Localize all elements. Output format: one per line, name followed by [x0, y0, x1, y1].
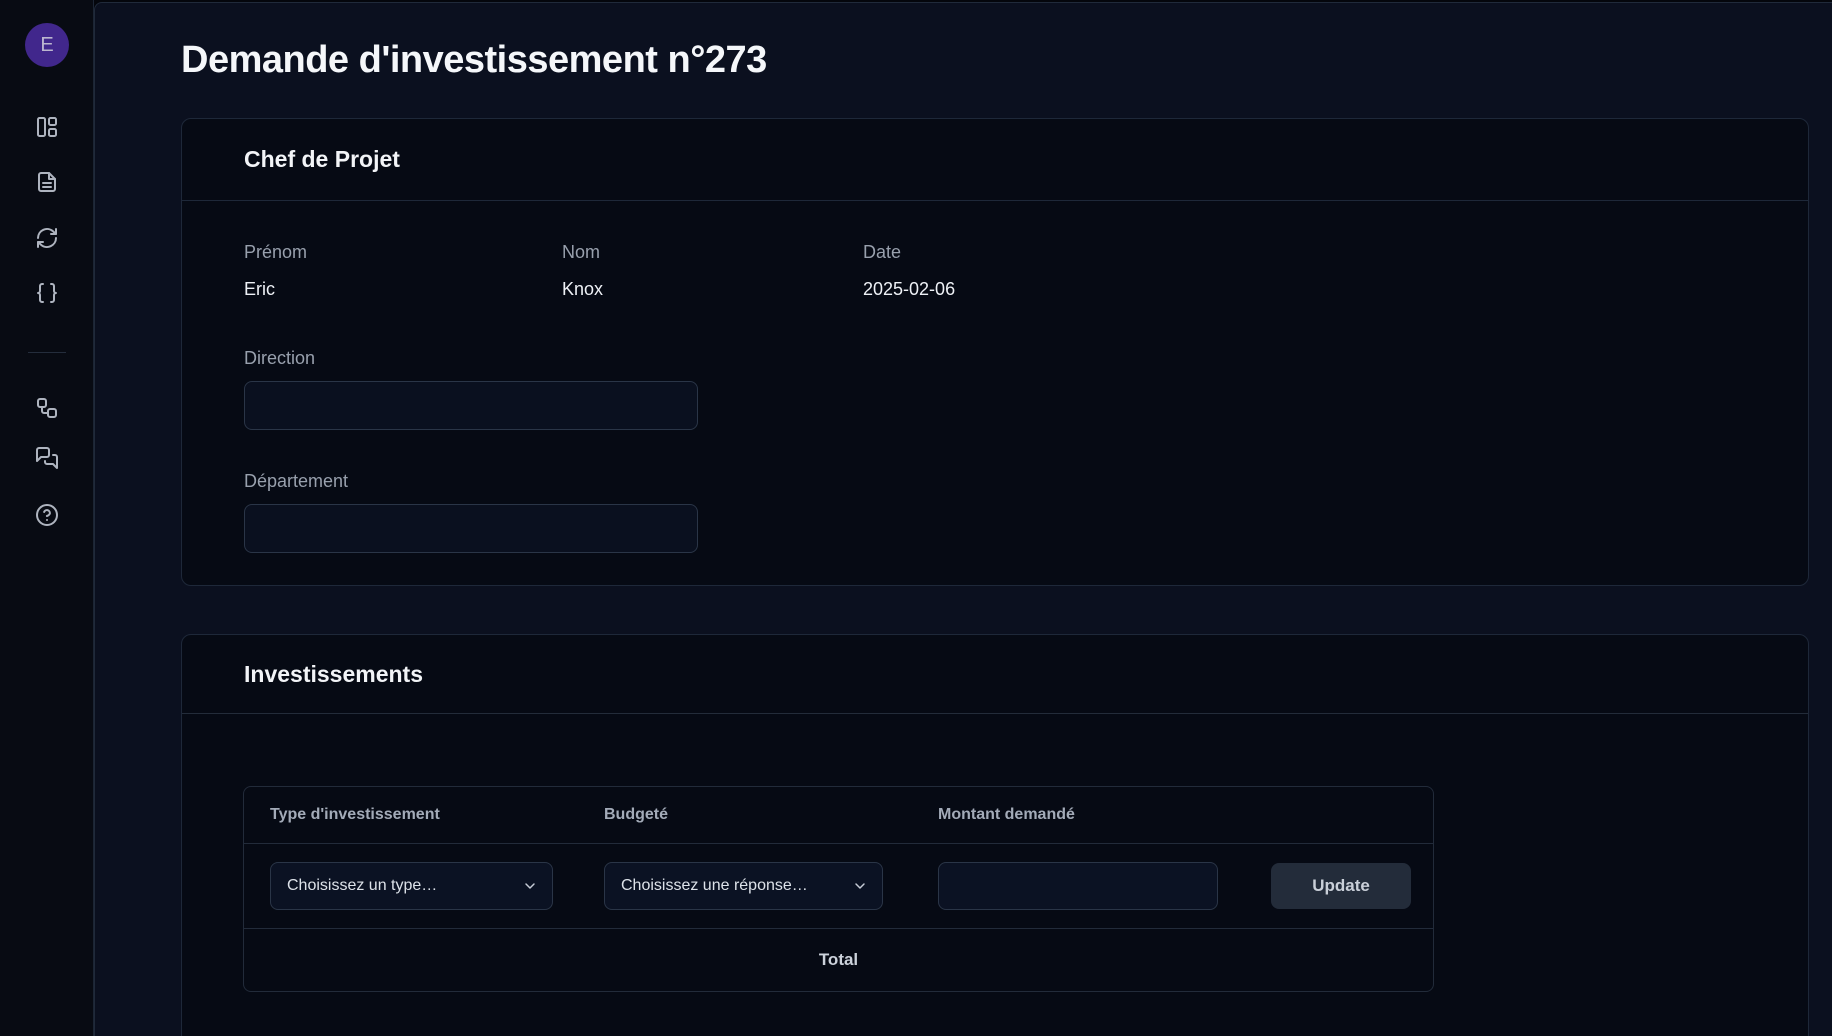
direction-input[interactable] [244, 381, 698, 430]
investment-type-select[interactable]: Choisissez un type… [270, 862, 553, 910]
table-footer-row: Total [244, 929, 1433, 991]
nav-chat-button[interactable] [35, 446, 59, 470]
column-header-budget: Budgeté [578, 787, 912, 843]
field-label: Date [863, 241, 1746, 263]
field-value: 2025-02-06 [863, 278, 1746, 300]
help-icon [35, 503, 59, 527]
project-manager-card: Chef de Projet Prénom Eric Nom Knox Date… [181, 118, 1809, 586]
departement-label: Département [244, 470, 1746, 492]
field-value: Eric [244, 278, 562, 300]
investments-table: Type d'investissement Budgeté Montant de… [243, 786, 1434, 992]
project-card-title: Chef de Projet [182, 119, 1808, 201]
nav-dashboard-button[interactable] [35, 115, 59, 139]
field-date: Date 2025-02-06 [863, 241, 1746, 300]
column-header-actions [1245, 787, 1434, 843]
chevron-down-icon [522, 878, 538, 894]
user-avatar[interactable]: E [25, 23, 69, 67]
file-text-icon [35, 170, 59, 194]
amount-input[interactable] [938, 862, 1218, 910]
sidebar: E [0, 0, 94, 1036]
table-row: Choisissez un type… Choisissez une répon… [244, 844, 1433, 929]
sidebar-divider [28, 352, 66, 353]
direction-label: Direction [244, 347, 1746, 369]
refresh-icon [35, 226, 59, 250]
column-header-type: Type d'investissement [244, 787, 578, 843]
workflow-icon [35, 396, 59, 420]
nav-sync-button[interactable] [35, 226, 59, 250]
chevron-down-icon [852, 878, 868, 894]
total-label: Total [819, 950, 858, 970]
budgeted-select[interactable]: Choisissez une réponse… [604, 862, 883, 910]
select-value: Choisissez un type… [287, 877, 437, 895]
project-fields-row: Prénom Eric Nom Knox Date 2025-02-06 [244, 241, 1746, 300]
page-title: Demande d'investissement n°273 [181, 39, 767, 82]
field-value: Knox [562, 278, 863, 300]
layout-icon [35, 115, 59, 139]
main-panel: Demande d'investissement n°273 Chef de P… [94, 2, 1832, 1036]
departement-input[interactable] [244, 504, 698, 553]
select-value: Choisissez une réponse… [621, 877, 808, 895]
column-header-amount: Montant demandé [912, 787, 1245, 843]
investments-card: Investissements Type d'investissement Bu… [181, 634, 1809, 1036]
update-button[interactable]: Update [1271, 863, 1411, 909]
nav-workflow-button[interactable] [35, 396, 59, 420]
nav-code-button[interactable] [35, 281, 59, 305]
avatar-initial: E [40, 34, 53, 57]
field-prenom: Prénom Eric [244, 241, 562, 300]
field-nom: Nom Knox [562, 241, 863, 300]
nav-documents-button[interactable] [35, 170, 59, 194]
messages-icon [35, 446, 59, 470]
nav-help-button[interactable] [35, 503, 59, 527]
table-header-row: Type d'investissement Budgeté Montant de… [244, 787, 1433, 844]
braces-icon [35, 281, 59, 305]
field-label: Prénom [244, 241, 562, 263]
investments-card-title: Investissements [182, 635, 1808, 714]
field-label: Nom [562, 241, 863, 263]
